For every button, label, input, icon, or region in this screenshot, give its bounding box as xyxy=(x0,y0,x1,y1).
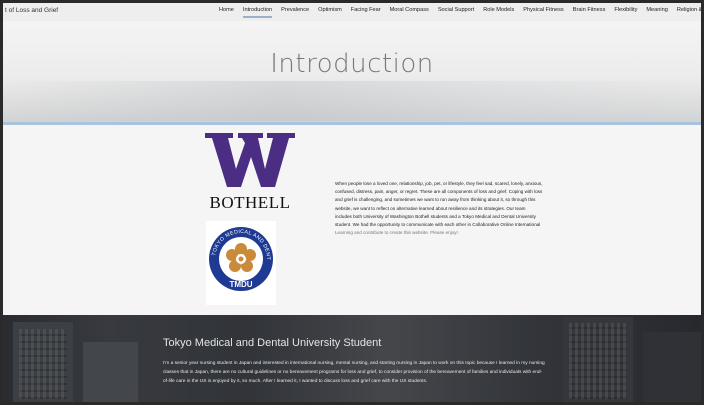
nav-link-social-support[interactable]: Social Support xyxy=(438,7,474,13)
nav-link-religion-spiritual[interactable]: Religion & Spiritual xyxy=(677,7,701,13)
intro-paragraph: When people lose a loved one, relationsh… xyxy=(335,180,543,237)
nav-link-home[interactable]: Home xyxy=(219,7,234,13)
nav-link-flexibility[interactable]: Flexibility xyxy=(614,7,637,13)
student-paragraph: I'm a senior year nursing student in Jap… xyxy=(163,361,545,384)
nav-link-physical-fitness[interactable]: Physical Fitness xyxy=(523,7,563,13)
page-title: Introduction xyxy=(270,49,434,79)
nav-link-prevalence[interactable]: Prevalence xyxy=(281,7,309,13)
nav-link-facing-fear[interactable]: Facing Fear xyxy=(351,7,381,13)
nav-link-optimism[interactable]: Optimism xyxy=(318,7,342,13)
seal-abbrev: TMDU xyxy=(229,280,252,289)
intro-section: BOTHELL TOKYO MEDICAL AND DENTAL UNIVERS… xyxy=(3,125,701,315)
hero-banner: Introduction xyxy=(3,21,701,123)
intro-text-faint: Learning and contribute to create this w… xyxy=(335,230,458,236)
main-menu: Home Introduction Prevalence Optimism Facing… xyxy=(219,7,701,18)
nav-link-moral-compass[interactable]: Moral Compass xyxy=(390,7,429,13)
tmdu-seal-logo: TOKYO MEDICAL AND DENTAL UNIVERSITY TMDU xyxy=(206,221,276,305)
nav-link-meaning[interactable]: Meaning xyxy=(646,7,667,13)
site-title[interactable]: t of Loss and Grief xyxy=(5,7,58,14)
student-banner: Tokyo Medical and Dental University Stud… xyxy=(3,315,701,402)
nav-link-introduction[interactable]: Introduction xyxy=(242,7,273,18)
hero-background xyxy=(3,81,701,121)
uw-w-logo xyxy=(205,133,295,187)
student-heading: Tokyo Medical and Dental University Stud… xyxy=(163,337,382,349)
intro-text: When people lose a loved one, relationsh… xyxy=(335,181,543,228)
web-page: t of Loss and Grief Home Introduction Prev… xyxy=(3,3,701,402)
bothell-caption: BOTHELL xyxy=(209,193,291,212)
nav-link-brain-fitness[interactable]: Brain Fitness xyxy=(573,7,606,13)
top-navigation: t of Loss and Grief Home Introduction Prev… xyxy=(3,3,701,21)
screenshot-frame: t of Loss and Grief Home Introduction Prev… xyxy=(0,0,704,405)
nav-link-role-models[interactable]: Role Models xyxy=(483,7,514,13)
